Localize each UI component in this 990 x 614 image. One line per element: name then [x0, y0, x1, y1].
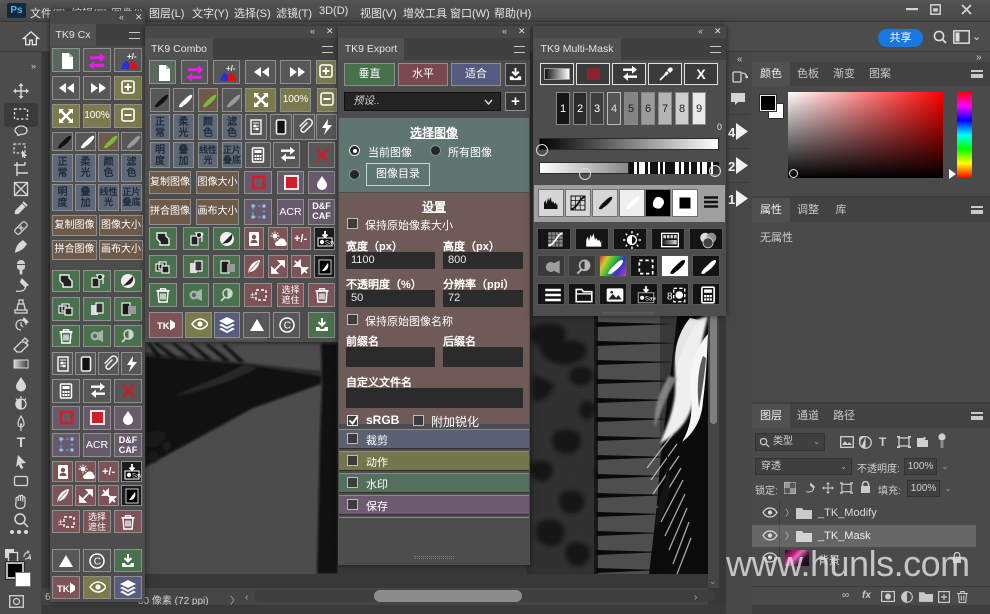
- svg-text:±: ±: [250, 290, 255, 300]
- svg-text:+/-: +/-: [226, 64, 236, 73]
- svg-text:C: C: [94, 556, 101, 567]
- svg-text:8: 8: [667, 291, 673, 302]
- svg-text:Save: Save: [644, 296, 655, 303]
- svg-text:+/-: +/-: [294, 233, 307, 245]
- svg-text:4: 4: [728, 125, 736, 140]
- svg-text:1: 1: [728, 192, 735, 207]
- svg-text:Save: Save: [132, 473, 141, 479]
- svg-text:TK: TK: [157, 321, 170, 332]
- svg-text:TK: TK: [57, 584, 70, 595]
- svg-text:C: C: [283, 321, 290, 332]
- svg-text:Save: Save: [325, 240, 334, 246]
- svg-text:+/-: +/-: [127, 52, 137, 61]
- svg-text:+/-: +/-: [102, 466, 115, 478]
- svg-text:±: ±: [58, 517, 63, 527]
- svg-text:2: 2: [728, 159, 735, 174]
